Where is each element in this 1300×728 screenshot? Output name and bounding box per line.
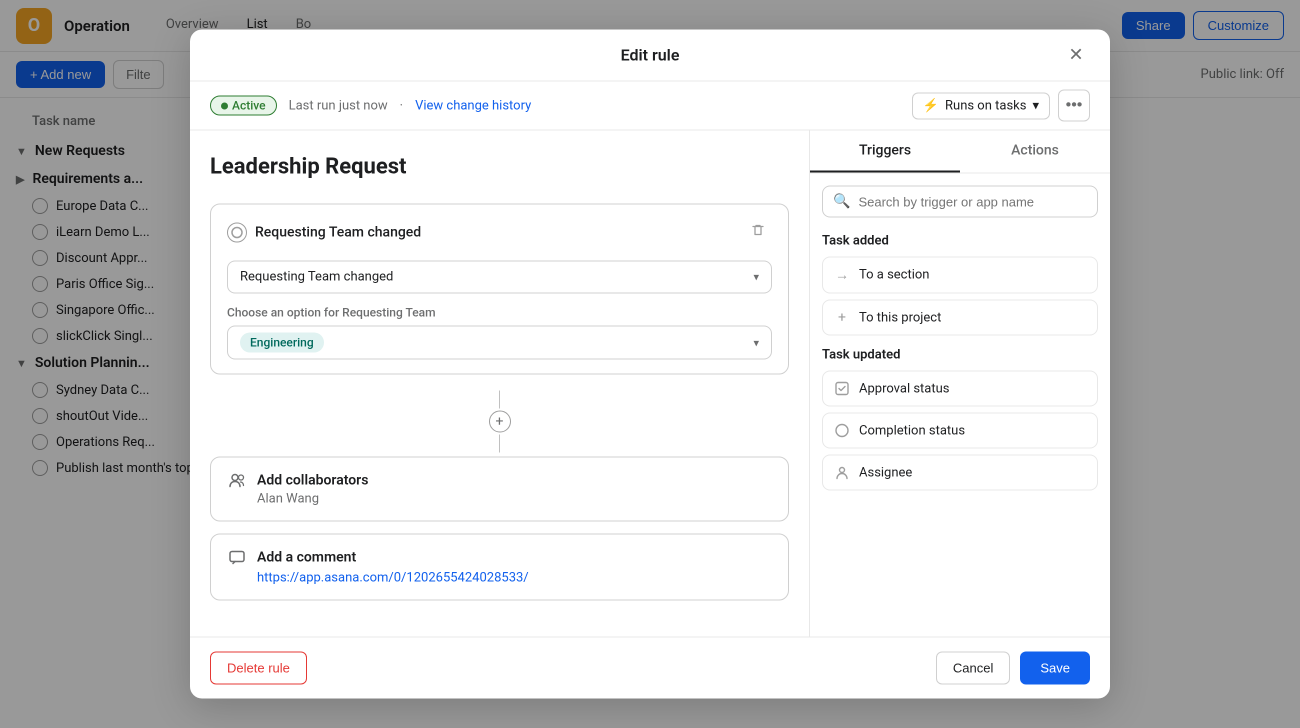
view-history-link[interactable]: View change history xyxy=(415,98,531,113)
connector-line xyxy=(499,435,501,453)
trigger-label: Approval status xyxy=(859,381,950,396)
badge-label: Active xyxy=(232,99,266,113)
tab-triggers[interactable]: Triggers xyxy=(810,131,960,173)
trigger-completion-status[interactable]: Completion status xyxy=(822,413,1098,449)
panel-tabs: Triggers Actions xyxy=(810,131,1110,174)
people-icon xyxy=(227,472,247,490)
trigger-to-a-section[interactable]: → To a section xyxy=(822,257,1098,294)
active-badge: Active xyxy=(210,96,277,116)
add-collaborators-card: Add collaborators Alan Wang xyxy=(210,457,789,522)
modal-status-bar: Active Last run just now · View change h… xyxy=(190,82,1110,131)
trash-icon xyxy=(750,222,766,243)
trigger-title: Requesting Team changed xyxy=(255,225,421,241)
panel-content: 🔍 Task added → To a section + To this pr… xyxy=(810,174,1110,509)
task-added-section-title: Task added xyxy=(822,234,1098,249)
chevron-down-icon: ▾ xyxy=(753,336,759,349)
plus-icon: + xyxy=(833,310,851,326)
engineering-tag: Engineering xyxy=(240,333,324,353)
arrow-icon: → xyxy=(833,267,851,284)
add-step-button[interactable]: + xyxy=(489,411,511,433)
delete-rule-button[interactable]: Delete rule xyxy=(210,652,307,685)
search-input[interactable] xyxy=(858,194,1087,209)
modal-left-panel: Leadership Request Requesting Team chang… xyxy=(190,131,810,637)
close-button[interactable]: ✕ xyxy=(1062,41,1090,69)
close-icon: ✕ xyxy=(1068,45,1083,66)
rule-name: Leadership Request xyxy=(210,155,789,180)
comment-link[interactable]: https://app.asana.com/0/1202655424028533… xyxy=(227,571,772,586)
modal-body: Leadership Request Requesting Team chang… xyxy=(190,131,1110,637)
trigger-assignee[interactable]: Assignee xyxy=(822,455,1098,491)
trigger-card: Requesting Team changed Requesting Team … xyxy=(210,204,789,375)
action-card-header: Add collaborators xyxy=(227,472,772,490)
edit-rule-modal: Edit rule ✕ Active Last run just now · V… xyxy=(190,30,1110,699)
badge-dot xyxy=(221,102,228,109)
lightning-icon: ⚡ xyxy=(923,98,939,113)
modal-right-panel: Triggers Actions 🔍 Task added → To a sec… xyxy=(810,131,1110,637)
trigger-to-this-project[interactable]: + To this project xyxy=(822,300,1098,336)
separator: · xyxy=(400,98,403,113)
trigger-label: Completion status xyxy=(859,423,965,438)
action-card-header: Add a comment xyxy=(227,549,772,567)
circle-check-icon xyxy=(231,227,243,239)
status-right: ⚡ Runs on tasks ▾ ••• xyxy=(912,90,1090,122)
tab-actions[interactable]: Actions xyxy=(960,131,1110,173)
search-icon: 🔍 xyxy=(833,194,850,210)
footer-right-actions: Cancel Save xyxy=(936,652,1090,685)
last-run-text: Last run just now xyxy=(289,98,388,113)
trigger-label: Assignee xyxy=(859,465,912,480)
runs-on-button[interactable]: ⚡ Runs on tasks ▾ xyxy=(912,92,1050,119)
more-options-button[interactable]: ••• xyxy=(1058,90,1090,122)
trigger-card-title: Requesting Team changed xyxy=(227,223,421,243)
ellipsis-icon: ••• xyxy=(1066,97,1083,115)
approval-icon xyxy=(833,381,851,397)
add-comment-card: Add a comment https://app.asana.com/0/12… xyxy=(210,534,789,601)
modal-header: Edit rule ✕ xyxy=(190,30,1110,82)
action-title: Add a comment xyxy=(257,550,356,566)
field-label: Choose an option for Requesting Team xyxy=(227,306,772,320)
trigger-label: To a section xyxy=(859,268,929,283)
modal-footer: Delete rule Cancel Save xyxy=(190,637,1110,699)
trigger-card-header: Requesting Team changed xyxy=(227,219,772,247)
cancel-button[interactable]: Cancel xyxy=(936,652,1010,685)
chevron-down-icon: ▾ xyxy=(1032,98,1039,113)
save-button[interactable]: Save xyxy=(1020,652,1090,685)
modal-title: Edit rule xyxy=(621,46,680,65)
chevron-down-icon: ▾ xyxy=(753,271,759,284)
trigger-select[interactable]: Requesting Team changed ▾ xyxy=(227,261,772,294)
tag-select[interactable]: Engineering ▾ xyxy=(227,326,772,360)
connector: + xyxy=(210,391,789,453)
trigger-icon xyxy=(227,223,247,243)
connector-line xyxy=(499,391,501,409)
collaborator-name: Alan Wang xyxy=(227,492,772,507)
action-title: Add collaborators xyxy=(257,473,368,489)
status-left: Active Last run just now · View change h… xyxy=(210,96,531,116)
runs-on-label: Runs on tasks xyxy=(945,98,1026,113)
task-updated-section-title: Task updated xyxy=(822,348,1098,363)
delete-trigger-button[interactable] xyxy=(744,219,772,247)
person-icon xyxy=(833,465,851,481)
trigger-approval-status[interactable]: Approval status xyxy=(822,371,1098,407)
search-box[interactable]: 🔍 xyxy=(822,186,1098,218)
comment-icon xyxy=(227,549,247,567)
trigger-select-value: Requesting Team changed xyxy=(240,270,393,285)
circle-icon xyxy=(833,423,851,439)
trigger-label: To this project xyxy=(859,310,941,325)
